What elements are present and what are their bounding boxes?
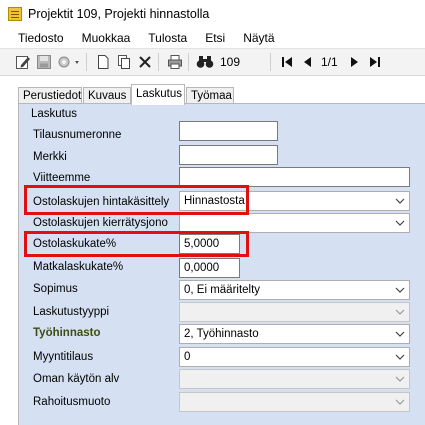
edit-icon[interactable] [14,53,32,71]
highlight-box-ostolaskukate [24,231,249,257]
chevron-down-icon [395,376,405,382]
chevron-down-icon [395,287,405,293]
page-indicator: 1/1 [321,55,338,69]
oman-kayton-alv-select[interactable] [179,369,410,389]
label-laskutustyyppi: Laskutustyyppi [33,306,110,318]
sopimus-value: 0, Ei määritelty [184,284,261,296]
label-myyntitilaus: Myyntitilaus [33,351,94,363]
copy-icon[interactable] [115,53,133,71]
tab-perustiedot[interactable]: Perustiedot [18,87,82,104]
label-merkki: Merkki [33,151,67,163]
save-icon[interactable] [35,53,53,71]
toolbar-separator [86,53,87,71]
tab-strip: Perustiedot Kuvaus Laskutus Työmaa [0,84,425,105]
chevron-down-icon [395,309,405,315]
settings-dropdown-icon[interactable] [56,53,82,71]
tab-tyomaa[interactable]: Työmaa [186,87,234,104]
title-bar: Projektit 109, Projekti hinnastolla [0,0,425,28]
toolbar-separator [158,53,159,71]
chevron-down-icon [395,354,405,360]
myyntitilaus-select[interactable]: 0 [179,347,410,367]
rahoitusmuoto-select[interactable] [179,392,410,412]
tilausnumeronne-input[interactable] [179,121,278,141]
laskutustyyppi-select[interactable] [179,302,410,322]
search-value[interactable]: 109 [220,55,266,69]
toolbar-separator [188,53,189,71]
merkki-input[interactable] [179,145,278,165]
tab-kuvaus[interactable]: Kuvaus [83,87,131,104]
label-matkalaskukate: Matkalaskukate% [33,261,124,273]
label-oman-kayton-alv: Oman käytön alv [33,373,120,385]
ostolaskujen-kierratysjono-select[interactable] [179,213,410,233]
menu-etsi[interactable]: Etsi [196,31,234,45]
delete-icon[interactable] [136,53,154,71]
label-tyohinnasto[interactable]: Työhinnasto [33,326,101,340]
chevron-down-icon [395,220,405,226]
sopimus-select[interactable]: 0, Ei määritelty [179,280,410,300]
myyntitilaus-value: 0 [184,351,191,363]
label-tilausnumeronne: Tilausnumeronne [33,129,122,141]
menu-muokkaa[interactable]: Muokkaa [73,31,140,45]
tyohinnasto-select[interactable]: 2, Työhinnasto [179,324,410,344]
matkalaskukate-input[interactable]: 0,0000 [179,258,240,278]
next-record-icon[interactable] [345,53,363,71]
tyohinnasto-value: 2, Työhinnasto [184,328,259,340]
menu-nayta[interactable]: Näytä [234,31,283,45]
app-icon [8,7,22,21]
label-viitteemme: Viitteemme [33,172,91,184]
toolbar: 109 1/1 [0,48,425,76]
new-document-icon[interactable] [94,53,112,71]
label-ostolaskujen-kierratysjono: Ostolaskujen kierrätysjono [33,217,168,229]
menu-tulosta[interactable]: Tulosta [139,31,196,45]
window-title: Projektit 109, Projekti hinnastolla [28,7,210,21]
first-record-icon[interactable] [278,53,296,71]
chevron-down-icon [395,331,405,337]
previous-record-icon[interactable] [299,53,317,71]
label-sopimus: Sopimus [33,283,78,295]
print-icon[interactable] [166,53,184,71]
toolbar-separator [270,53,271,71]
highlight-box-hintakasittely [24,185,249,215]
menu-tiedosto[interactable]: Tiedosto [0,31,73,45]
menu-bar: Tiedosto Muokkaa Tulosta Etsi Näytä [0,28,425,47]
viitteemme-input[interactable] [179,167,410,187]
chevron-down-icon [395,399,405,405]
last-record-icon[interactable] [366,53,384,71]
binoculars-icon[interactable] [196,53,214,71]
section-title: Laskutus [31,108,78,120]
chevron-down-icon [395,198,405,204]
label-rahoitusmuoto: Rahoitusmuoto [33,396,111,408]
tab-laskutus[interactable]: Laskutus [131,84,185,105]
